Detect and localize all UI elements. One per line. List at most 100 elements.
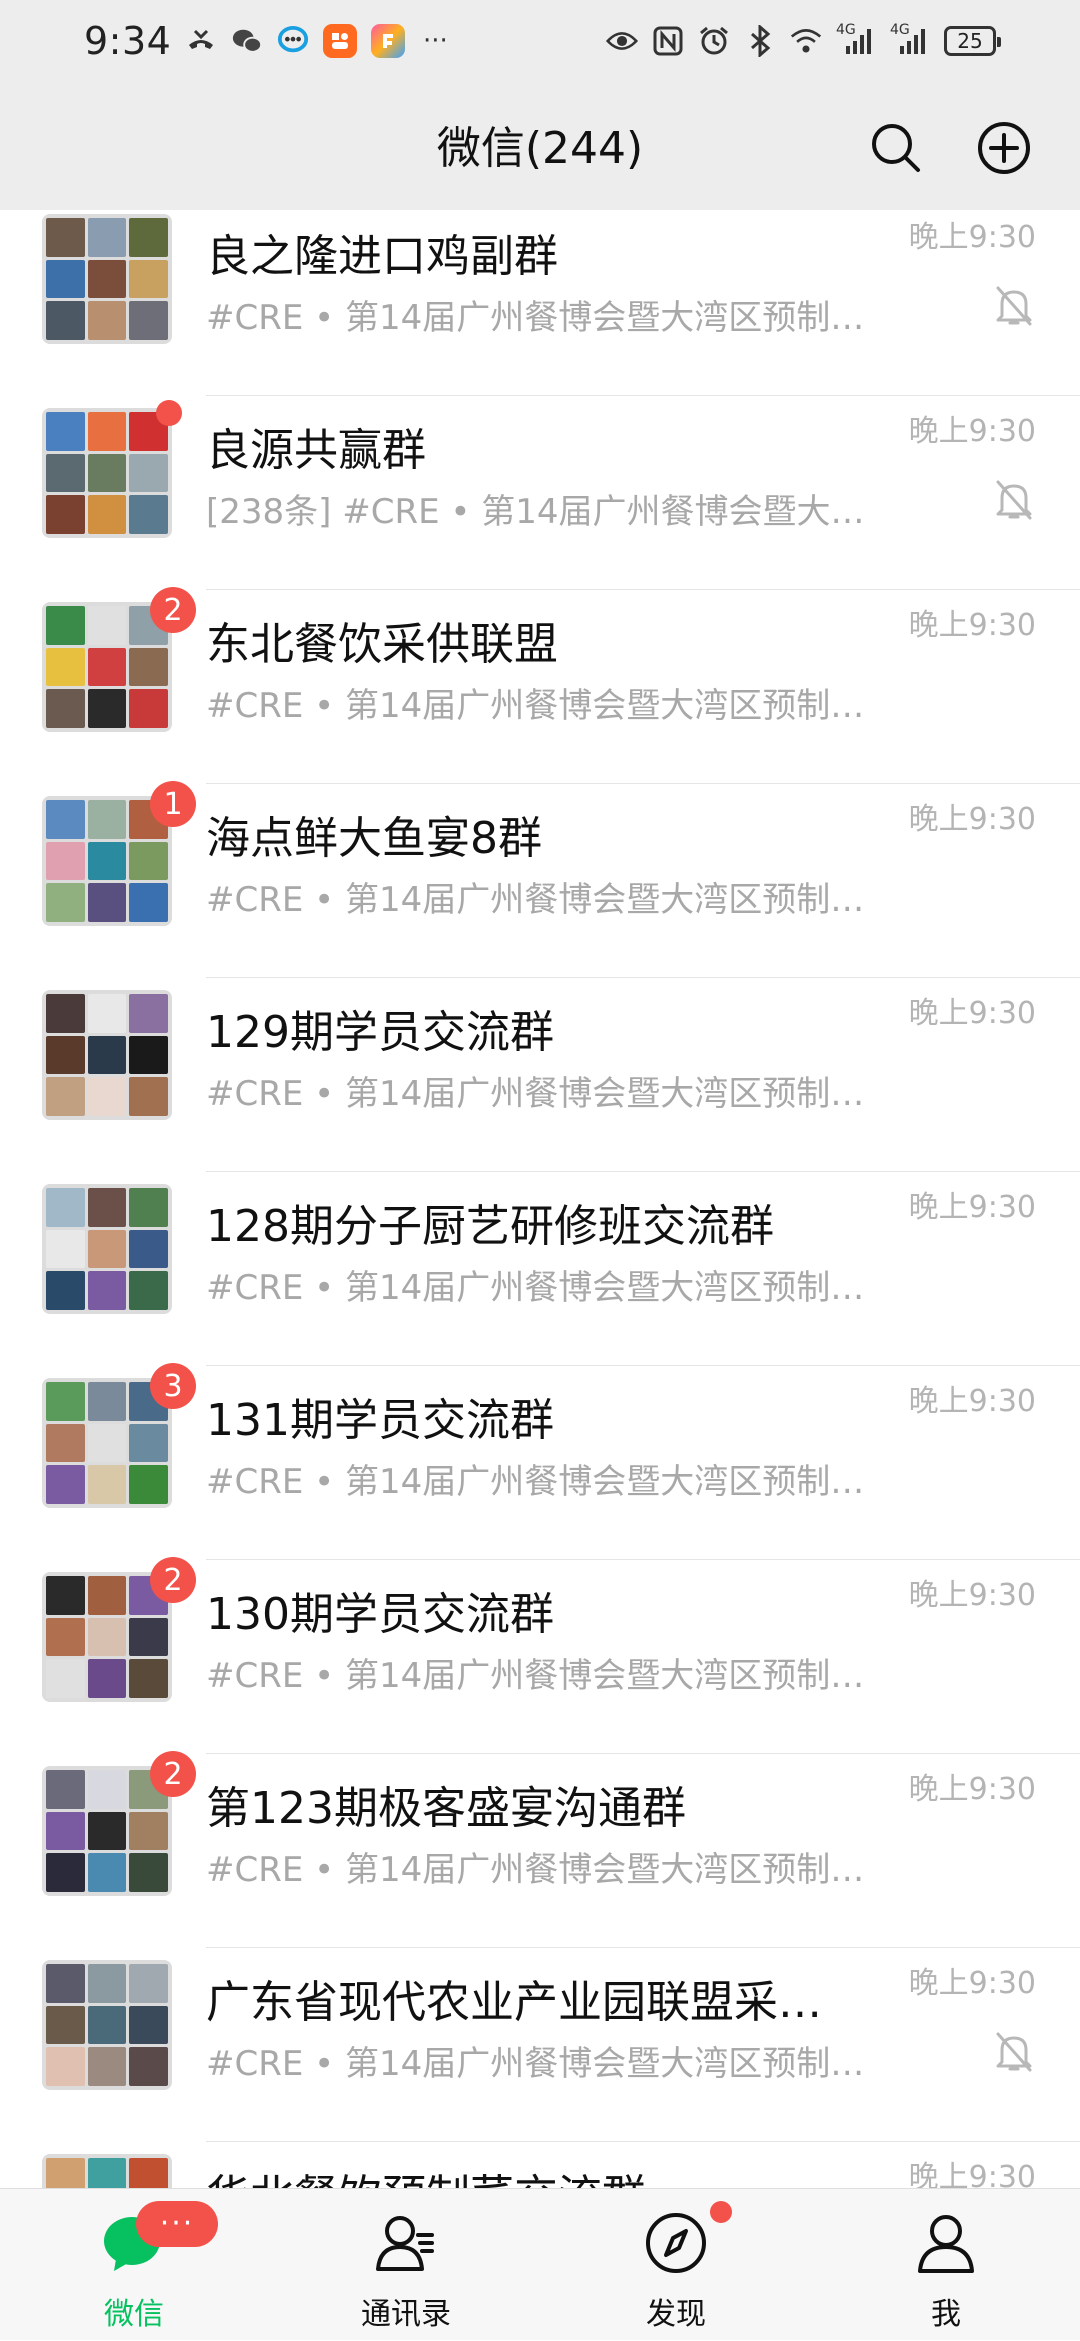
avatar-tile [87, 1465, 127, 1504]
avatar-tile [46, 883, 85, 922]
chat-name: 129期学员交流群 [206, 1007, 554, 1058]
nfc-icon [652, 25, 684, 57]
avatar-tile [129, 1271, 168, 1310]
search-icon [872, 124, 920, 172]
alarm-icon [698, 25, 730, 57]
chat-list-item[interactable]: 2 东北餐饮采供联盟 #CRE • 第14届广州餐博会暨大湾区预制… 晚上9:30 [0, 587, 1080, 784]
avatar-tile [87, 1770, 127, 1809]
group-avatar [42, 2154, 172, 2188]
chat-list-item[interactable]: 3 131期学员交流群 #CRE • 第14届广州餐博会暨大湾区预制… 晚上9:30 [0, 1363, 1080, 1560]
chat-list-item[interactable]: 广东省现代农业产业园联盟采… #CRE • 第14届广州餐博会暨大湾区预制… 晚上9… [0, 1948, 1080, 2142]
avatar-tile [46, 2005, 85, 2045]
chat-list-item[interactable]: 华北餐饮预制菜交流群#CRE • 第14届广州餐博会暨大湾区预制…晚上9:30 [0, 2142, 1080, 2188]
avatar-tile [129, 1853, 168, 1892]
avatar-tile [46, 606, 85, 645]
avatar-tile [129, 1617, 168, 1657]
chat-name: 广东省现代农业产业园联盟采… [206, 1977, 822, 2028]
tab-chats[interactable]: ··· 微信 [34, 2189, 234, 2341]
unread-badge: 1 [150, 781, 196, 827]
unread-badge: 2 [150, 1557, 196, 1603]
avatar-tile [87, 301, 127, 340]
avatar-tile [46, 994, 85, 1033]
chat-list-item[interactable]: 129期学员交流群 #CRE • 第14届广州餐博会暨大湾区预制… 晚上9:30 [0, 978, 1080, 1172]
tab-label: 我 [931, 2297, 961, 2332]
avatar-tile [46, 1659, 85, 1698]
avatar-tile [46, 647, 85, 687]
avatar-tile [46, 1382, 85, 1421]
group-avatar [42, 214, 172, 344]
unread-badge: 3 [150, 1363, 196, 1409]
chat-time: 晚上9:30 [908, 1578, 1036, 1613]
avatar-tile [87, 1576, 127, 1615]
avatar-tile [87, 1659, 127, 1698]
more-badge: ··· [136, 2201, 218, 2247]
avatar-tile [129, 301, 168, 340]
tab-label: 通讯录 [361, 2297, 451, 2332]
chat-name: 128期分子厨艺研修班交流群 [206, 1201, 774, 1252]
avatar-tile [129, 2158, 168, 2188]
avatar-tile [87, 259, 127, 299]
chat-list-item[interactable]: 良之隆进口鸡副群 #CRE • 第14届广州餐博会暨大湾区预制… 晚上9:30 [0, 210, 1080, 396]
mute-bell-icon [996, 2032, 1032, 2072]
orange-app-icon [323, 24, 358, 58]
chat-list[interactable]: 良之隆进口鸡副群 #CRE • 第14届广州餐博会暨大湾区预制… 晚上9:30 良源共… [0, 210, 1080, 2188]
chat-preview: #CRE • 第14届广州餐博会暨大湾区预制… [206, 1074, 865, 1114]
tab-discover[interactable]: 发现 [576, 2189, 776, 2341]
avatar-tile [129, 2005, 168, 2045]
chat-list-item[interactable]: 1 海点鲜大鱼宴8群 #CRE • 第14届广州餐博会暨大湾区预制… 晚上9:30 [0, 781, 1080, 978]
missed-call-icon [185, 25, 217, 57]
status-time: 9:34 [84, 19, 172, 63]
bottom-tab-bar: ··· 微信 通讯录 发现 我 [0, 2188, 1080, 2340]
chat-preview: #CRE • 第14届广州餐博会暨大湾区预制… [206, 1268, 865, 1308]
mute-bell-icon [996, 286, 1032, 326]
eye-icon [606, 25, 638, 57]
avatar-tile [129, 1188, 168, 1227]
chat-time: 晚上9:30 [908, 1772, 1036, 1807]
avatar-tile [87, 647, 127, 687]
avatar-tile [46, 689, 85, 728]
avatar-tile [46, 1077, 85, 1116]
chat-list-item[interactable]: 2 第123期极客盛宴沟通群 #CRE • 第14届广州餐博会暨大湾区预制… 晚上9:… [0, 1751, 1080, 1948]
avatar-tile [46, 1964, 85, 2003]
chat-time: 晚上9:30 [908, 1966, 1036, 2001]
signal-icon: 4G [836, 23, 876, 57]
chat-list-item[interactable]: 2 130期学员交流群 #CRE • 第14届广州餐博会暨大湾区预制… 晚上9:30 [0, 1557, 1080, 1754]
bluetooth-icon [744, 25, 776, 57]
avatar-tile [87, 1853, 127, 1892]
avatar-tile [129, 1811, 168, 1851]
unread-dot [156, 400, 182, 426]
avatar-tile [129, 1035, 168, 1075]
header-bar: 微信(244) [0, 82, 1080, 210]
group-avatar [42, 990, 172, 1120]
chat-preview: #CRE • 第14届广州餐博会暨大湾区预制… [206, 2044, 865, 2084]
avatar-tile [87, 1964, 127, 2003]
tab-contacts[interactable]: 通讯录 [306, 2189, 506, 2341]
avatar-tile [87, 1077, 127, 1116]
chat-name: 第123期极客盛宴沟通群 [206, 1783, 686, 1834]
chat-preview: #CRE • 第14届广州餐博会暨大湾区预制… [206, 1462, 865, 1502]
avatar-tile [129, 841, 168, 881]
avatar-tile [46, 495, 85, 534]
avatar-tile [129, 495, 168, 534]
add-button[interactable] [976, 120, 1032, 176]
chat-preview: #CRE • 第14届广州餐博会暨大湾区预制… [206, 880, 865, 920]
chat-list-item[interactable]: 良源共赢群 [238条] #CRE • 第14届广州餐博会暨大… 晚上9:30 [0, 396, 1080, 590]
avatar-tile [87, 1188, 127, 1227]
search-button[interactable] [868, 120, 924, 176]
chat-list-item[interactable]: 128期分子厨艺研修班交流群 #CRE • 第14届广州餐博会暨大湾区预制… 晚上9… [0, 1172, 1080, 1366]
chat-time: 晚上9:30 [908, 414, 1036, 449]
avatar-tile [87, 883, 127, 922]
chat-time: 晚上9:30 [908, 1190, 1036, 1225]
avatar-tile [87, 1423, 127, 1463]
avatar-tile [46, 2047, 85, 2086]
group-avatar [42, 408, 172, 538]
avatar-tile [87, 1271, 127, 1310]
avatar-tile [46, 800, 85, 839]
chat-name: 东北餐饮采供联盟 [206, 619, 558, 670]
tab-me[interactable]: 我 [846, 2189, 1046, 2341]
avatar-tile [129, 259, 168, 299]
avatar-tile [87, 453, 127, 493]
avatar-tile [46, 1465, 85, 1504]
avatar-tile [87, 2005, 127, 2045]
avatar-tile [87, 841, 127, 881]
